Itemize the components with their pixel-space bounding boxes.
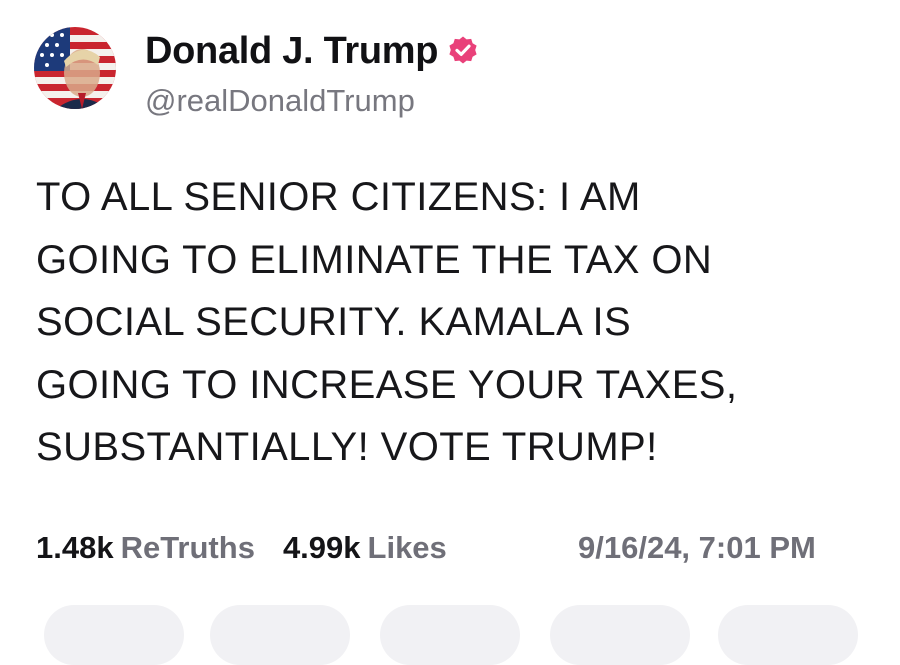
post-timestamp[interactable]: 9/16/24, 7:01 PM xyxy=(578,526,816,570)
profile-photo-icon xyxy=(34,27,116,109)
likes-label: Likes xyxy=(367,530,447,565)
retruths-stat[interactable]: 1.48k ReTruths xyxy=(36,530,255,566)
likes-count: 4.99k xyxy=(282,530,361,565)
author-info: Donald J. Trump @realDonaldTrump xyxy=(145,27,479,119)
post-text-line: GOING TO ELIMINATE THE TAX ON xyxy=(36,237,713,282)
post-text-line: GOING TO INCREASE YOUR TAXES, xyxy=(36,362,738,407)
truth-post: Donald J. Trump @realDonaldTrump TO ALL … xyxy=(0,0,900,665)
retruth-button[interactable] xyxy=(210,605,350,665)
username-handle[interactable]: @realDonaldTrump xyxy=(145,83,479,119)
likes-stat[interactable]: 4.99k Likes xyxy=(283,530,447,566)
display-name[interactable]: Donald J. Trump xyxy=(145,30,439,73)
retruths-count: 1.48k xyxy=(36,530,114,565)
share-button[interactable] xyxy=(550,605,690,665)
verified-badge-icon xyxy=(447,35,479,67)
post-text-line: SOCIAL SECURITY. KAMALA IS xyxy=(36,300,632,344)
action-bar xyxy=(0,605,900,665)
post-text: TO ALL SENIOR CITIZENS: I AM GOING TO EL… xyxy=(36,166,866,479)
post-text-line: TO ALL SENIOR CITIZENS: I AM xyxy=(36,175,641,219)
post-text-line: SUBSTANTIALLY! VOTE TRUMP! xyxy=(36,425,658,469)
post-stats: 1.48k ReTruths 4.99k Likes xyxy=(36,526,447,570)
name-row: Donald J. Trump xyxy=(145,27,479,75)
retruths-label: ReTruths xyxy=(120,530,255,565)
like-button[interactable] xyxy=(380,605,520,665)
more-button[interactable] xyxy=(718,605,858,665)
reply-button[interactable] xyxy=(44,605,184,665)
avatar[interactable] xyxy=(34,27,116,109)
